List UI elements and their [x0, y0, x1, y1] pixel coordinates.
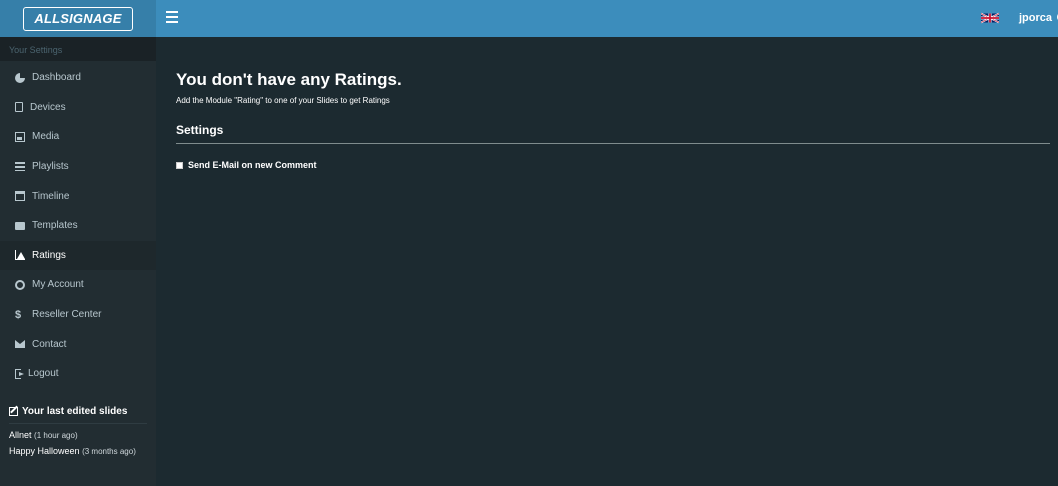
sidebar-item-label: Logout: [28, 368, 59, 380]
sidebar-item-timeline[interactable]: Timeline: [0, 181, 156, 211]
sidebar-item-label: My Account: [32, 279, 84, 291]
envelope-icon: [15, 340, 25, 349]
recent-slide-name[interactable]: Happy Halloween: [9, 446, 80, 456]
user-menu[interactable]: jporca: [1019, 12, 1058, 24]
sidebar-item-dashboard[interactable]: Dashboard: [0, 63, 156, 93]
sidebar-item-label: Devices: [30, 101, 66, 113]
sidebar-item-label: Contact: [32, 338, 67, 350]
sidebar-item-label: Ratings: [32, 249, 66, 261]
edit-icon: [9, 407, 18, 416]
recent-slide-link[interactable]: Allnet (1 hour ago): [9, 430, 147, 440]
email-on-comment-checkbox[interactable]: [176, 161, 183, 169]
sidebar-item-my-account[interactable]: My Account: [0, 270, 156, 300]
sidebar-item-contact[interactable]: Contact: [0, 329, 156, 359]
sidebar-item-label: Timeline: [32, 190, 70, 202]
list-icon: [15, 162, 25, 172]
sidebar-item-label: Dashboard: [32, 72, 81, 84]
user-circle-icon: [15, 279, 25, 290]
sidebar-item-devices[interactable]: Devices: [0, 93, 156, 123]
pie-chart-icon: [15, 72, 25, 83]
email-notification-setting[interactable]: Send E-Mail on new Comment: [176, 160, 1050, 170]
page-subtitle: Add the Module "Rating" to one of your S…: [176, 96, 390, 105]
calendar-icon: [15, 191, 25, 202]
logo-area[interactable]: ALLSIGNAGE: [0, 0, 156, 37]
area-chart-icon: [15, 250, 25, 261]
recent-slide-name[interactable]: Allnet: [9, 430, 32, 440]
sidebar-item-templates[interactable]: Templates: [0, 211, 156, 241]
sidebar: Your Settings Dashboard Devices Media Pl…: [0, 37, 156, 486]
page-title: You don't have any Ratings.: [176, 70, 402, 89]
recent-slides: Your last edited slides Allnet (1 hour a…: [0, 406, 156, 456]
recent-slide-time: (1 hour ago): [34, 431, 78, 440]
recent-slide-time: (3 months ago): [82, 447, 136, 456]
sidebar-header: Your Settings: [0, 37, 156, 61]
sidebar-item-ratings[interactable]: Ratings: [0, 240, 156, 271]
recent-slides-title: Your last edited slides: [9, 406, 147, 424]
brand-logo[interactable]: ALLSIGNAGE: [23, 6, 133, 31]
sidebar-item-media[interactable]: Media: [0, 122, 156, 152]
uk-flag-icon[interactable]: [981, 12, 999, 24]
app-window: ALLSIGNAGE jporca Your Settings Dashboar…: [0, 0, 1058, 486]
username[interactable]: jporca: [1019, 12, 1052, 24]
sidebar-item-label: Media: [32, 131, 60, 143]
image-icon: [15, 131, 25, 142]
sidebar-item-label: Playlists: [32, 161, 69, 173]
dollar-icon: $: [15, 308, 22, 321]
sidebar-item-label: Reseller Center: [32, 309, 102, 321]
recent-slides-heading: Your last edited slides: [22, 406, 128, 417]
settings-heading: Settings: [176, 123, 1050, 144]
menu-toggle-icon[interactable]: [166, 11, 178, 25]
sidebar-item-logout[interactable]: Logout: [0, 359, 156, 389]
sidebar-item-playlists[interactable]: Playlists: [0, 152, 156, 182]
sign-out-icon: [15, 368, 24, 379]
sidebar-item-label: Templates: [32, 220, 78, 232]
main-content: You don't have any Ratings. Add the Modu…: [176, 37, 1050, 170]
sidebar-item-reseller-center[interactable]: $ Reseller Center: [0, 300, 156, 330]
recent-slide-link[interactable]: Happy Halloween (3 months ago): [9, 446, 147, 456]
folder-icon: [15, 221, 25, 230]
top-navbar: ALLSIGNAGE jporca: [0, 0, 1058, 37]
tablet-icon: [15, 102, 23, 113]
sidebar-menu: Dashboard Devices Media Playlists Timeli…: [0, 61, 156, 389]
email-on-comment-label[interactable]: Send E-Mail on new Comment: [188, 160, 317, 170]
